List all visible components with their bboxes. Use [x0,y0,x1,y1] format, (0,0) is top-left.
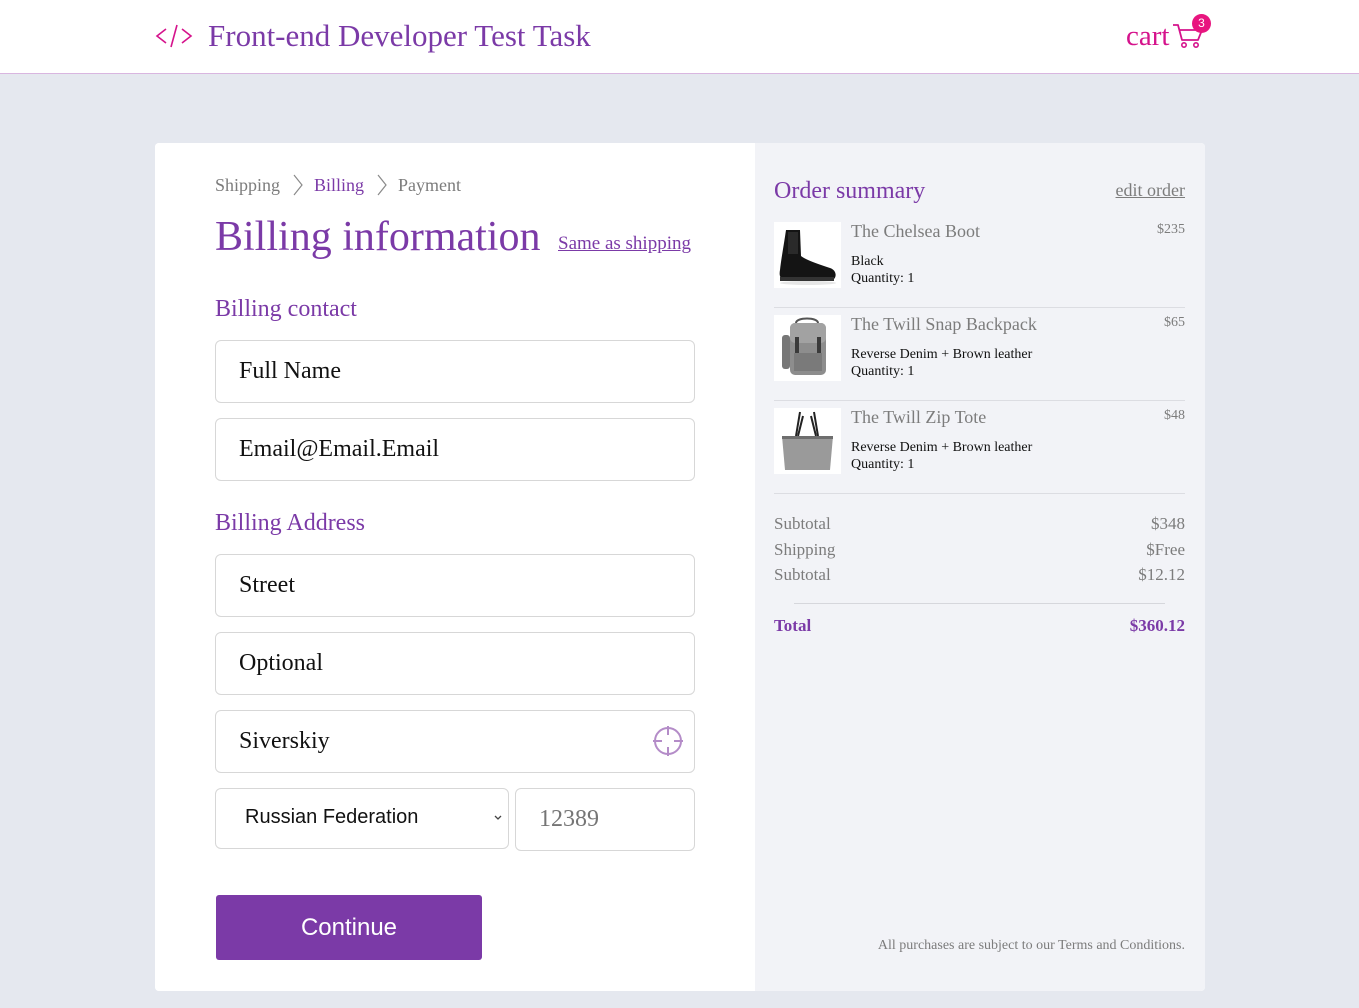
breadcrumb-billing[interactable]: Billing [314,175,364,196]
site-title: Front-end Developer Test Task [208,18,591,53]
item-price: $48 [1164,408,1185,423]
shipping-label: Shipping [774,540,836,559]
zip-field[interactable] [515,788,695,851]
item-quantity: Quantity: 1 [851,271,915,286]
totals-divider [794,603,1165,604]
chevron-down-icon [494,815,502,820]
email-field[interactable] [215,418,695,481]
top-header: Front-end Developer Test Task cart 3 [0,0,1359,74]
terms-notice: All purchases are subject to our Terms a… [878,938,1185,954]
billing-contact-heading: Billing contact [215,296,357,322]
breadcrumb-shipping[interactable]: Shipping [215,175,280,196]
billing-address-heading: Billing Address [215,510,366,536]
same-as-shipping-link[interactable]: Same as shipping [558,233,691,255]
item-variant: Reverse Denim + Brown leather [851,440,1033,455]
locate-icon[interactable] [652,725,684,757]
total-value: $360.12 [1129,616,1185,635]
code-icon [155,24,193,48]
tote-image [774,408,841,474]
total-label: Total [774,616,812,635]
checkout-card: Shipping Billing Payment Billing informa… [155,143,1205,991]
full-name-input[interactable] [216,341,694,402]
order-item: The Twill Zip Tote $48 Reverse Denim + B… [774,401,1185,494]
backpack-image [774,315,841,381]
city-input[interactable] [216,711,694,772]
zip-input[interactable] [516,789,694,850]
page-title: Billing information [215,214,541,260]
shipping-row: Shipping $Free [774,540,1185,562]
edit-order-link[interactable]: edit order [1116,180,1185,201]
chevron-right-icon [293,174,303,196]
email-input[interactable] [216,419,694,480]
item-variant: Reverse Denim + Brown leather [851,347,1033,362]
item-price: $65 [1164,315,1185,330]
cart-button[interactable]: cart 3 [1126,14,1216,54]
item-name: The Twill Snap Backpack [851,314,1037,334]
shipping-value: $Free [1146,540,1185,559]
cart-count-badge: 3 [1192,14,1211,33]
billing-panel: Shipping Billing Payment Billing informa… [155,143,755,991]
order-item: The Twill Snap Backpack $65 Reverse Deni… [774,308,1185,401]
tax-value: $12.12 [1138,565,1185,584]
country-select-value: Russian Federation [245,806,419,828]
total-row: Total $360.12 [774,616,1185,638]
tax-label: Subtotal [774,565,831,584]
breadcrumb: Shipping Billing Payment [215,173,461,197]
boot-image [774,222,841,288]
item-name: The Twill Zip Tote [851,407,987,427]
city-field[interactable] [215,710,695,773]
order-summary-panel: Order summary edit order The Chelsea Boo… [755,143,1205,991]
terms-link[interactable]: Terms and Conditions [1058,938,1181,953]
optional-field[interactable] [215,632,695,695]
order-summary-title: Order summary [774,178,926,204]
tax-row: Subtotal $12.12 [774,565,1185,587]
order-item: The Chelsea Boot $235 Black Quantity: 1 [774,215,1185,308]
cart-label: cart [1126,20,1170,52]
street-field[interactable] [215,554,695,617]
subtotal-value: $348 [1151,514,1185,533]
terms-prefix: All purchases are subject to our [877,938,1059,953]
chevron-right-icon [377,174,387,196]
street-input[interactable] [216,555,694,616]
item-name: The Chelsea Boot [851,221,980,241]
terms-suffix: . [1181,938,1186,953]
optional-address-input[interactable] [216,633,694,694]
item-price: $235 [1157,222,1185,237]
item-variant: Black [851,254,884,269]
breadcrumb-payment[interactable]: Payment [398,175,461,196]
item-quantity: Quantity: 1 [851,364,915,379]
full-name-field[interactable] [215,340,695,403]
country-select[interactable]: Russian Federation [215,788,509,849]
subtotal-row: Subtotal $348 [774,514,1185,536]
item-quantity: Quantity: 1 [851,457,915,472]
continue-button[interactable]: Continue [216,895,482,960]
subtotal-label: Subtotal [774,514,831,533]
